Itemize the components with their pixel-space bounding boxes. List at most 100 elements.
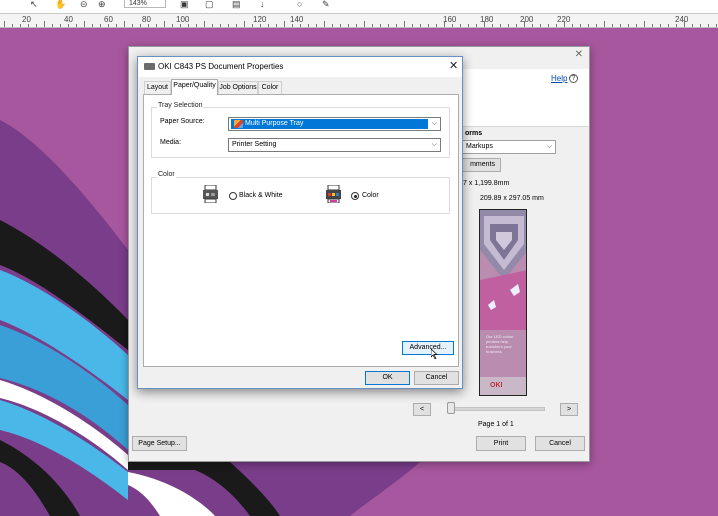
tab-job-options[interactable]: Job Options [218, 81, 258, 94]
color-label: Color [362, 192, 379, 199]
help-link[interactable]: Help [551, 74, 567, 83]
comment-icon[interactable]: ○ [297, 0, 302, 9]
chevron-down-icon: ⌵ [546, 143, 552, 150]
ruler-tick [628, 24, 629, 27]
close-icon[interactable]: ✕ [449, 59, 458, 72]
ruler-tick [140, 24, 141, 27]
tab-paper-quality[interactable]: Paper/Quality [171, 79, 218, 95]
hand-icon[interactable]: ✋ [55, 0, 66, 9]
ruler-tick [612, 24, 613, 27]
ruler-tick [116, 24, 117, 27]
zoom-in-icon[interactable]: ⊕ [98, 0, 106, 9]
next-page-button[interactable]: > [560, 403, 578, 416]
color-radio[interactable] [351, 192, 359, 200]
ruler-tick [644, 21, 645, 27]
page-icon[interactable]: ▣ [180, 0, 189, 9]
ruler-tick [268, 24, 269, 27]
ruler-tick [244, 21, 245, 27]
media-value: Printer Setting [232, 141, 277, 148]
ruler-tick [364, 21, 365, 27]
previous-page-button[interactable]: < [413, 403, 431, 416]
document-properties-dialog: OKI C843 PS Document Properties ✕ Layout… [137, 56, 463, 389]
image-icon[interactable]: ▤ [232, 0, 241, 9]
ruler-tick [348, 24, 349, 27]
ruler-tick [588, 24, 589, 27]
ruler-mark: 100 [176, 15, 190, 24]
ruler-tick [172, 24, 173, 27]
tray-icon [234, 120, 243, 128]
ok-button[interactable]: OK [365, 371, 410, 385]
ruler-tick [396, 24, 397, 27]
fit-icon[interactable]: ▢ [205, 0, 214, 9]
ruler-tick [620, 24, 621, 27]
ruler-tick [300, 24, 301, 27]
preview-logo-band [480, 377, 526, 395]
zoom-level-input[interactable]: 143% [124, 0, 166, 8]
ruler-tick [204, 21, 205, 27]
paper-size-label: 209.89 x 297.05 mm [480, 195, 544, 202]
close-icon[interactable]: ✕ [575, 49, 583, 60]
ruler-tick [684, 21, 685, 27]
chevron-down-icon: ⌵ [431, 141, 437, 148]
ruler-mark: 160 [443, 15, 457, 24]
ruler-tick [636, 24, 637, 27]
advanced-button[interactable]: Advanced... [402, 341, 454, 355]
ruler-tick [420, 24, 421, 27]
ruler-tick [460, 24, 461, 27]
ruler-mark: 240 [675, 15, 689, 24]
ruler-tick [556, 24, 557, 27]
ruler-tick [148, 24, 149, 27]
page-setup-button[interactable]: Page Setup... [132, 436, 187, 451]
paper-source-selected: Multi Purpose Tray [231, 119, 428, 129]
ruler-tick [708, 24, 709, 27]
tray-selection-legend: Tray Selection [157, 102, 204, 109]
ruler-tick [452, 24, 453, 27]
pen-icon[interactable]: ✎ [322, 0, 330, 9]
ruler-tick [484, 21, 485, 27]
ruler-tick [132, 24, 133, 27]
ruler-tick [20, 24, 21, 27]
ruler-tick [28, 24, 29, 27]
ruler-mark: 200 [520, 15, 534, 24]
ruler-tick [540, 24, 541, 27]
ruler-tick [332, 24, 333, 27]
print-button[interactable]: Print [476, 436, 526, 451]
top-toolbar: ↖ ✋ ⊝ ⊕ 143% ▣ ▢ ▤ ↓ ○ ✎ [0, 0, 718, 14]
print-preview-thumbnail: Our LED colour printers help transform y… [479, 209, 527, 396]
help-icon[interactable]: ? [569, 74, 578, 83]
ruler-mark: 20 [22, 15, 31, 24]
printer-icon [144, 63, 155, 70]
ruler-tick [228, 24, 229, 27]
cancel-button[interactable]: Cancel [414, 371, 459, 385]
ruler-tick [68, 24, 69, 27]
ruler-tick [700, 24, 701, 27]
black-white-printer-icon [203, 185, 218, 203]
ruler-tick [220, 24, 221, 27]
ruler-tick [308, 24, 309, 27]
media-select[interactable]: Printer Setting ⌵ [228, 138, 441, 152]
ruler-tick [260, 24, 261, 27]
ruler-tick [284, 21, 285, 27]
black-white-radio[interactable] [229, 192, 237, 200]
ruler-tick [492, 24, 493, 27]
page-slider-thumb[interactable] [447, 402, 455, 414]
select-arrow-icon[interactable]: ↖ [30, 0, 38, 9]
ruler-tick [252, 24, 253, 27]
ruler-tick [12, 24, 13, 27]
ruler-tick [276, 24, 277, 27]
ruler-tick [100, 24, 101, 27]
ruler-tick [500, 24, 501, 27]
paper-source-select[interactable]: Multi Purpose Tray ⌵ [228, 117, 441, 131]
zoom-out-icon[interactable]: ⊝ [80, 0, 88, 9]
ruler-tick [692, 24, 693, 27]
download-icon[interactable]: ↓ [260, 0, 265, 9]
tab-layout[interactable]: Layout [144, 81, 171, 94]
page-slider-track[interactable] [447, 407, 545, 411]
tab-color[interactable]: Color [258, 81, 282, 94]
print-cancel-button[interactable]: Cancel [535, 436, 585, 451]
color-group [151, 177, 450, 214]
ruler-tick [508, 24, 509, 27]
ruler-tick [604, 21, 605, 27]
ruler-tick [188, 24, 189, 27]
markups-select[interactable]: Markups ⌵ [459, 140, 556, 154]
